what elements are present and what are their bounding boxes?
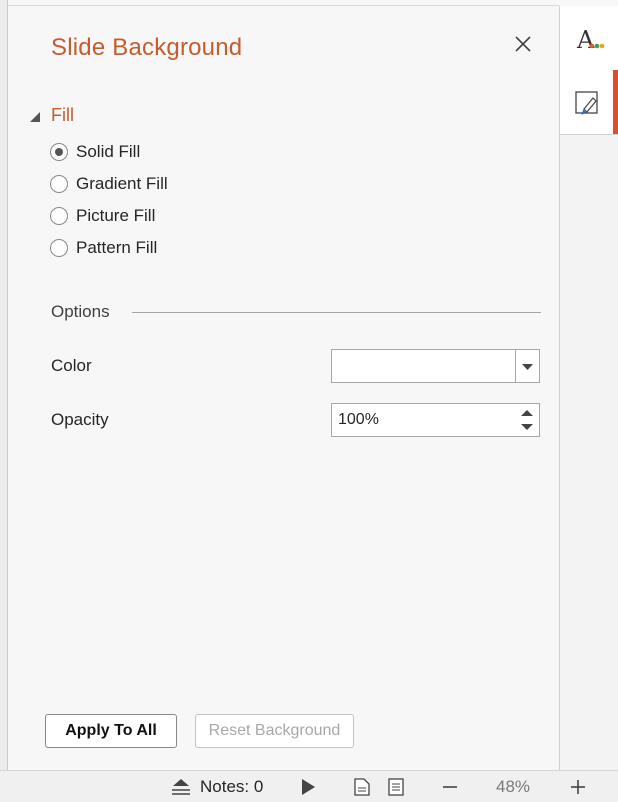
radio-label: Picture Fill bbox=[76, 206, 156, 225]
slideshow-button[interactable] bbox=[298, 771, 318, 802]
close-button[interactable] bbox=[508, 29, 538, 59]
opacity-value[interactable]: 100% bbox=[338, 411, 379, 429]
play-icon bbox=[302, 778, 315, 795]
notes-count: Notes: 0 bbox=[200, 776, 264, 796]
zoom-level-value: 48% bbox=[496, 776, 531, 796]
radio-checked-icon[interactable] bbox=[50, 143, 68, 161]
outline-view-icon bbox=[388, 777, 404, 796]
color-picker[interactable] bbox=[331, 349, 540, 383]
status-bar: Notes: 0 48% bbox=[0, 770, 618, 802]
opacity-label: Opacity bbox=[51, 410, 109, 429]
radio-label: Solid Fill bbox=[76, 142, 141, 161]
caret-up-icon bbox=[521, 410, 533, 416]
stepper-up-button[interactable] bbox=[518, 405, 536, 420]
pattern-fill-radio[interactable]: Pattern Fill bbox=[50, 236, 157, 260]
notes-toggle[interactable]: Notes: 0 bbox=[170, 771, 263, 802]
page-view-icon bbox=[354, 777, 370, 796]
active-tab-indicator bbox=[613, 70, 618, 134]
radio-unchecked-icon[interactable] bbox=[50, 207, 68, 225]
options-section-label: Options bbox=[51, 302, 110, 321]
left-edge-border bbox=[0, 0, 8, 770]
chevron-down-icon bbox=[522, 364, 533, 370]
tab-font[interactable]: A bbox=[560, 6, 618, 71]
zoom-level[interactable]: 48% bbox=[496, 771, 530, 802]
collapse-triangle-icon[interactable] bbox=[29, 110, 41, 122]
svg-text:A: A bbox=[576, 26, 595, 54]
gradient-fill-radio[interactable]: Gradient Fill bbox=[50, 172, 168, 196]
color-dropdown-button[interactable] bbox=[515, 350, 539, 382]
plus-icon bbox=[571, 779, 585, 794]
picture-fill-radio[interactable]: Picture Fill bbox=[50, 204, 155, 228]
options-divider bbox=[132, 312, 541, 313]
color-swatch[interactable] bbox=[332, 350, 517, 382]
pane-title: Slide Background bbox=[51, 34, 243, 61]
zoom-out-button[interactable] bbox=[440, 771, 460, 802]
tab-slide-background[interactable] bbox=[560, 70, 618, 135]
caret-down-icon bbox=[521, 424, 533, 430]
opacity-stepper[interactable]: 100% bbox=[331, 403, 540, 437]
solid-fill-radio[interactable]: Solid Fill bbox=[50, 140, 140, 164]
font-color-icon: A bbox=[576, 26, 605, 54]
notes-icon bbox=[172, 778, 190, 795]
stepper-down-button[interactable] bbox=[518, 420, 536, 435]
radio-label: Pattern Fill bbox=[76, 238, 158, 257]
radio-unchecked-icon[interactable] bbox=[50, 239, 68, 257]
radio-label: Gradient Fill bbox=[76, 174, 168, 193]
fill-section-title[interactable]: Fill bbox=[51, 105, 74, 126]
slide-background-pane bbox=[8, 6, 559, 770]
zoom-in-button[interactable] bbox=[568, 771, 588, 802]
radio-unchecked-icon[interactable] bbox=[50, 175, 68, 193]
reset-background-button: Reset Background bbox=[195, 714, 354, 748]
slide-background-icon bbox=[575, 91, 598, 115]
outline-view-button[interactable] bbox=[386, 771, 406, 802]
color-label: Color bbox=[51, 356, 92, 375]
close-icon bbox=[515, 36, 531, 52]
apply-to-all-button[interactable]: Apply To All bbox=[45, 714, 177, 748]
minus-icon bbox=[443, 785, 457, 788]
normal-view-button[interactable] bbox=[352, 771, 372, 802]
